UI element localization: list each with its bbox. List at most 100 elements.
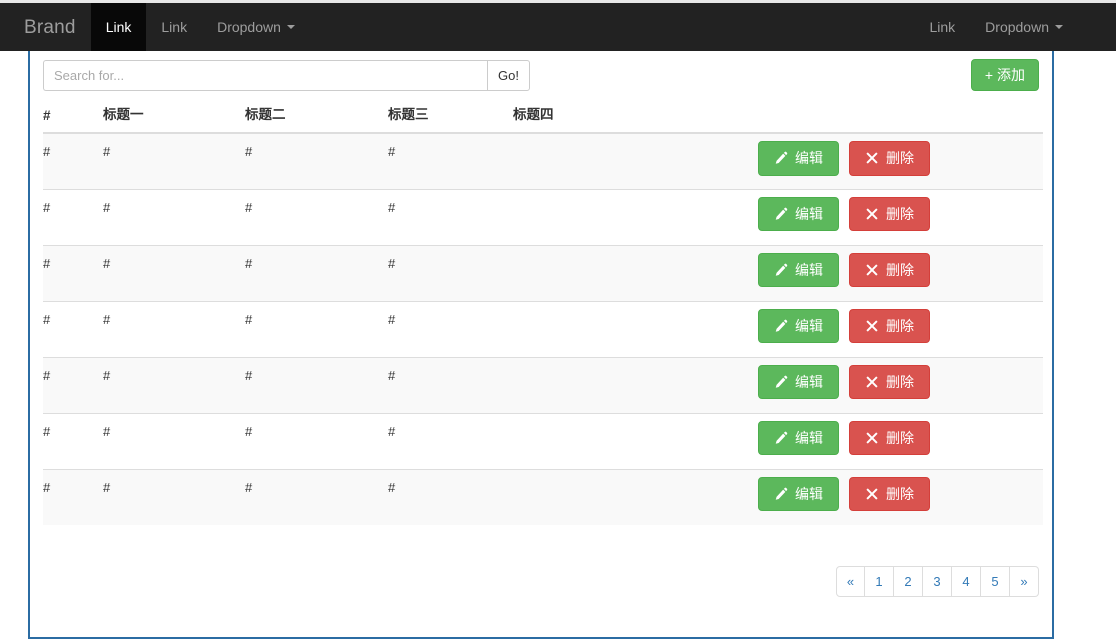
edit-button[interactable]: 编辑 bbox=[758, 252, 839, 288]
cell-col-3: # bbox=[388, 132, 513, 189]
chevron-down-icon bbox=[1055, 25, 1063, 29]
pagination-prev[interactable]: « bbox=[836, 566, 865, 597]
edit-button[interactable]: 编辑 bbox=[758, 141, 839, 176]
cell-col-2: # bbox=[245, 132, 388, 189]
search-go-button[interactable]: Go! bbox=[487, 60, 530, 91]
delete-button-label: 删除 bbox=[886, 485, 914, 502]
nav-item-link-2[interactable]: Link bbox=[146, 3, 202, 51]
row-action-group: 编辑 删除 bbox=[753, 141, 1043, 176]
search-input[interactable] bbox=[43, 60, 487, 91]
edit-button-label: 编辑 bbox=[795, 205, 823, 222]
edit-button-label: 编辑 bbox=[795, 317, 823, 334]
row-action-group: 编辑 删除 bbox=[753, 196, 1043, 232]
table-row: # # # # 编辑 删除 bbox=[43, 300, 1043, 357]
cell-col-2: # bbox=[245, 300, 388, 357]
pagination-page-3[interactable]: 3 bbox=[923, 566, 952, 597]
cell-col-2: # bbox=[245, 412, 388, 469]
edit-button-label: 编辑 bbox=[795, 485, 823, 502]
pagination: «1 2 3 4 5» bbox=[836, 566, 1039, 597]
edit-button[interactable]: 编辑 bbox=[758, 196, 839, 232]
table-row: # # # # 编辑 删除 bbox=[43, 188, 1043, 245]
delete-button[interactable]: 删除 bbox=[849, 141, 930, 176]
cell-hash: # bbox=[43, 412, 103, 469]
cell-col-3: # bbox=[388, 300, 513, 357]
pagination-next[interactable]: » bbox=[1010, 566, 1039, 597]
table-head: # 标题一 标题二 标题三 标题四 bbox=[43, 103, 1043, 134]
pencil-icon bbox=[774, 431, 788, 445]
times-icon bbox=[865, 375, 879, 389]
times-icon bbox=[865, 263, 879, 277]
edit-button[interactable]: 编辑 bbox=[758, 420, 839, 456]
cell-col-4 bbox=[513, 468, 753, 525]
delete-button[interactable]: 删除 bbox=[849, 420, 930, 456]
cell-col-2: # bbox=[245, 468, 388, 525]
edit-button[interactable]: 编辑 bbox=[758, 364, 839, 400]
nav-item-link-right[interactable]: Link bbox=[914, 3, 970, 51]
delete-button-label: 删除 bbox=[886, 429, 914, 446]
row-action-group: 编辑 删除 bbox=[753, 420, 1043, 456]
row-action-group: 编辑 删除 bbox=[753, 476, 1043, 512]
edit-button-label: 编辑 bbox=[795, 429, 823, 446]
column-header-hash: # bbox=[43, 103, 103, 134]
row-action-group: 编辑 删除 bbox=[753, 308, 1043, 344]
delete-button[interactable]: 删除 bbox=[849, 252, 930, 288]
edit-button-label: 编辑 bbox=[795, 150, 823, 166]
delete-button[interactable]: 删除 bbox=[849, 196, 930, 232]
cell-hash: # bbox=[43, 188, 103, 245]
pencil-icon bbox=[774, 375, 788, 389]
table-row: # # # # 编辑 删除 bbox=[43, 244, 1043, 301]
cell-actions: 编辑 删除 bbox=[753, 468, 1043, 525]
pencil-icon bbox=[774, 151, 788, 165]
times-icon bbox=[865, 487, 879, 501]
edit-button[interactable]: 编辑 bbox=[758, 308, 839, 344]
page-body: Go! + 添加 # 标题一 标题二 标题三 标题四 bbox=[0, 51, 1116, 639]
table-row: # # # # 编辑 删除 bbox=[43, 356, 1043, 413]
cell-actions: 编辑 删除 bbox=[753, 300, 1043, 357]
cell-col-1: # bbox=[103, 244, 245, 301]
cell-col-3: # bbox=[388, 468, 513, 525]
cell-hash: # bbox=[43, 356, 103, 413]
delete-button[interactable]: 删除 bbox=[849, 364, 930, 400]
navbar-brand[interactable]: Brand bbox=[0, 3, 91, 51]
nav-item-dropdown-left[interactable]: Dropdown bbox=[202, 3, 310, 51]
cell-col-4 bbox=[513, 132, 753, 189]
content-panel: Go! + 添加 # 标题一 标题二 标题三 标题四 bbox=[28, 51, 1054, 639]
nav-item-dropdown-right[interactable]: Dropdown bbox=[970, 3, 1078, 51]
cell-col-1: # bbox=[103, 188, 245, 245]
delete-button[interactable]: 删除 bbox=[849, 308, 930, 344]
cell-col-4 bbox=[513, 412, 753, 469]
cell-col-4 bbox=[513, 188, 753, 245]
times-icon bbox=[865, 431, 879, 445]
delete-button-label: 删除 bbox=[886, 373, 914, 390]
navbar-left-group: Brand Link Link Dropdown bbox=[0, 3, 310, 51]
pagination-page-5[interactable]: 5 bbox=[981, 566, 1010, 597]
cell-col-1: # bbox=[103, 412, 245, 469]
cell-col-2: # bbox=[245, 356, 388, 413]
cell-col-4 bbox=[513, 300, 753, 357]
pagination-page-2[interactable]: 2 bbox=[894, 566, 923, 597]
times-icon bbox=[865, 151, 879, 165]
cell-col-1: # bbox=[103, 468, 245, 525]
nav-item-link-right-label: Link bbox=[929, 19, 956, 35]
edit-button-label: 编辑 bbox=[795, 373, 823, 390]
data-table: # 标题一 标题二 标题三 标题四 # # # # 编辑 删除 # # # # 编辑 删除 # # # # 编辑… bbox=[43, 103, 1043, 525]
cell-hash: # bbox=[43, 468, 103, 525]
cell-col-3: # bbox=[388, 356, 513, 413]
column-header-actions bbox=[753, 103, 1043, 134]
delete-button-label: 删除 bbox=[886, 150, 914, 166]
delete-button-label: 删除 bbox=[886, 261, 914, 278]
table-row: # # # # 编辑 删除 bbox=[43, 132, 1043, 189]
pagination-page-4[interactable]: 4 bbox=[952, 566, 981, 597]
cell-actions: 编辑 删除 bbox=[753, 244, 1043, 301]
nav-item-link-1[interactable]: Link bbox=[90, 3, 147, 51]
nav-item-link-1-label: Link bbox=[105, 19, 132, 35]
column-header-1: 标题一 bbox=[103, 103, 245, 134]
pagination-page-1[interactable]: 1 bbox=[865, 566, 894, 597]
cell-col-3: # bbox=[388, 244, 513, 301]
cell-col-3: # bbox=[388, 188, 513, 245]
delete-button[interactable]: 删除 bbox=[849, 476, 930, 512]
edit-button[interactable]: 编辑 bbox=[758, 476, 839, 512]
cell-col-1: # bbox=[103, 132, 245, 189]
delete-button-label: 删除 bbox=[886, 205, 914, 222]
add-button[interactable]: + 添加 bbox=[970, 59, 1039, 92]
